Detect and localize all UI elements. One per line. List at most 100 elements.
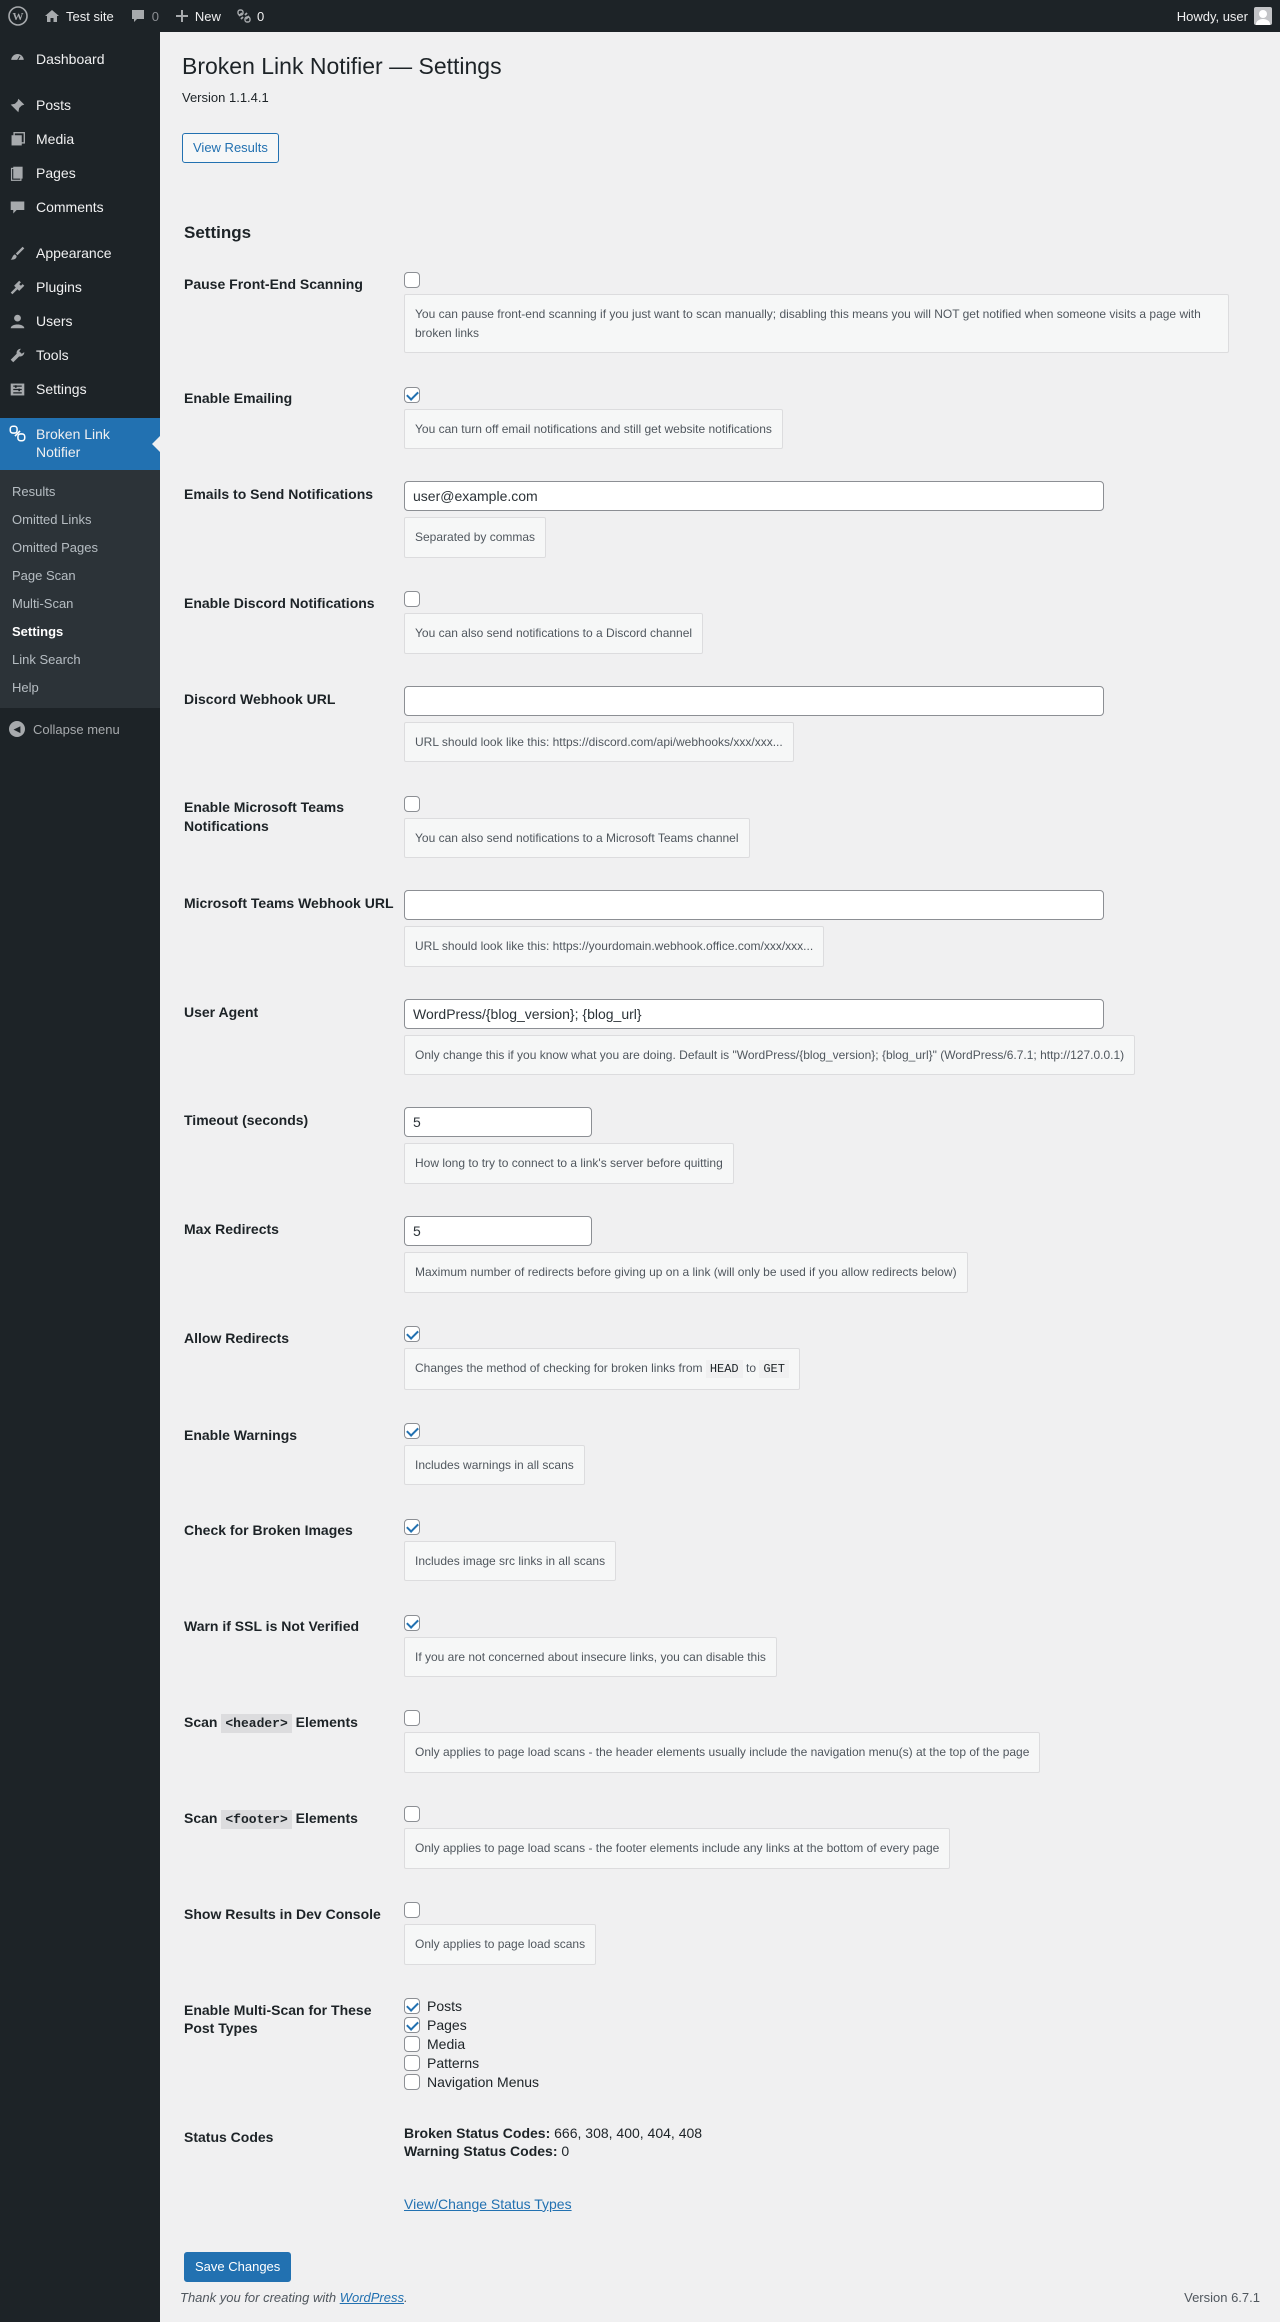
setting-row-timeout: Timeout (seconds) 5 How long to try to c… <box>184 1091 1229 1200</box>
menu-label: Media <box>36 131 75 147</box>
max-redirects-input[interactable]: 5 <box>404 1216 592 1247</box>
submenu-item-page-scan[interactable]: Page Scan <box>0 561 160 589</box>
setting-row-status-codes: Status Codes Broken Status Codes: 666, 3… <box>184 2108 1229 2228</box>
enable-emailing-checkbox[interactable] <box>404 386 420 403</box>
menu-item-dashboard[interactable]: Dashboard <box>0 42 160 76</box>
save-changes-button[interactable]: Save Changes <box>184 2251 292 2282</box>
plugin-version: Version 1.1.4.1 <box>182 89 269 105</box>
broken-link-icon <box>237 9 251 23</box>
dashboard-icon <box>10 52 25 61</box>
timeout-input[interactable]: 5 <box>404 1107 592 1138</box>
setting-row-max-redirects: Max Redirects 5 Maximum number of redire… <box>184 1200 1229 1309</box>
thanks-period: . <box>404 2290 408 2305</box>
field-description: Includes warnings in all scans <box>404 1444 585 1486</box>
comments-count: 0 <box>151 8 159 24</box>
discord-webhook-input[interactable] <box>404 685 1104 716</box>
collapse-menu-button[interactable]: ◀ Collapse menu <box>0 712 160 746</box>
label-text: Elements <box>295 1810 358 1827</box>
field-label: Max Redirects <box>184 1221 279 1238</box>
submenu-item-omitted-pages[interactable]: Omitted Pages <box>0 533 160 561</box>
submenu-item-settings[interactable]: Settings <box>0 617 160 645</box>
teams-webhook-input[interactable] <box>404 890 1104 921</box>
menu-item-settings[interactable]: Settings <box>0 372 160 406</box>
post-type-label: Patterns <box>427 2054 480 2071</box>
broken-links-count: 0 <box>256 8 265 24</box>
allow-redirects-checkbox[interactable] <box>404 1325 420 1342</box>
post-type-option[interactable]: Patterns <box>404 2054 1229 2073</box>
field-label: Emails to Send Notifications <box>184 486 374 503</box>
setting-row-dev-console: Show Results in Dev Console Only applies… <box>184 1885 1229 1981</box>
post-type-option[interactable]: Posts <box>404 1997 1229 2016</box>
user-icon <box>10 314 25 328</box>
menu-item-tools[interactable]: Tools <box>0 338 160 372</box>
menu-item-users[interactable]: Users <box>0 304 160 338</box>
user-agent-input[interactable]: WordPress/{blog_version}; {blog_url} <box>404 998 1104 1029</box>
my-account-link[interactable]: Howdy, user <box>1169 0 1280 32</box>
view-change-status-types-link[interactable]: View/Change Status Types <box>404 2196 572 2212</box>
post-type-checkbox[interactable] <box>404 2036 420 2053</box>
field-label: Enable Warnings <box>184 1426 298 1443</box>
field-description: URL should look like this: https://yourd… <box>404 926 825 967</box>
enable-discord-checkbox[interactable] <box>404 591 420 608</box>
scan-footer-checkbox[interactable] <box>404 1806 420 1823</box>
field-description: Only applies to page load scans <box>404 1924 597 1965</box>
post-type-option[interactable]: Navigation Menus <box>404 2073 1229 2092</box>
settings-form: Pause Front-End Scanning You can pause f… <box>184 255 1229 2228</box>
submenu-item-multi-scan[interactable]: Multi-Scan <box>0 589 160 617</box>
avatar <box>1254 7 1272 25</box>
new-content-link[interactable]: New <box>167 0 229 32</box>
post-type-checkbox[interactable] <box>404 1998 420 2015</box>
menu-item-broken-link-notifier[interactable]: Broken Link Notifier <box>0 418 160 470</box>
menu-label: Appearance <box>36 245 112 261</box>
wordpress-link[interactable]: WordPress <box>340 2290 404 2305</box>
setting-row-discord: Enable Discord Notifications You can als… <box>184 574 1229 670</box>
wrench-icon <box>10 348 25 362</box>
check-images-checkbox[interactable] <box>404 1518 420 1535</box>
scan-header-checkbox[interactable] <box>404 1710 420 1727</box>
field-description: Changes the method of checking for broke… <box>404 1347 800 1390</box>
post-type-label: Pages <box>427 2016 467 2033</box>
site-name-link[interactable]: Test site <box>36 0 122 32</box>
post-type-checkbox[interactable] <box>404 2074 420 2091</box>
dev-console-checkbox[interactable] <box>404 1902 420 1919</box>
post-type-option[interactable]: Media <box>404 2035 1229 2054</box>
view-results-button[interactable]: View Results <box>182 132 279 163</box>
submenu-item-help[interactable]: Help <box>0 673 160 701</box>
field-label: Microsoft Teams Webhook URL <box>184 895 394 912</box>
submenu-item-results[interactable]: Results <box>0 477 160 505</box>
submenu-item-omitted-links[interactable]: Omitted Links <box>0 505 160 533</box>
label-text: Scan <box>184 1810 218 1827</box>
pause-scanning-checkbox[interactable] <box>404 272 420 289</box>
howdy-text: Howdy, user <box>1176 8 1248 24</box>
field-label: Enable Discord Notifications <box>184 594 375 611</box>
warn-ssl-checkbox[interactable] <box>404 1614 420 1631</box>
warning-status-codes: Warning Status Codes: 0 <box>404 2142 1229 2160</box>
menu-item-comments[interactable]: Comments <box>0 190 160 224</box>
comment-icon <box>131 10 144 22</box>
field-label: Timeout (seconds) <box>184 1112 309 1129</box>
menu-item-plugins[interactable]: Plugins <box>0 270 160 304</box>
menu-label: Plugins <box>36 279 82 295</box>
broken-links-count-link[interactable]: 0 <box>229 0 272 32</box>
wordpress-logo-icon[interactable]: W <box>0 0 36 32</box>
comments-link[interactable]: 0 <box>122 0 167 32</box>
menu-item-pages[interactable]: Pages <box>0 156 160 190</box>
post-type-checkbox[interactable] <box>404 2017 420 2034</box>
emails-input[interactable]: user@example.com <box>404 481 1104 512</box>
admin-menu: Dashboard Posts Media Pages Comments App… <box>0 32 160 2322</box>
menu-item-appearance[interactable]: Appearance <box>0 236 160 270</box>
post-type-option[interactable]: Pages <box>404 2016 1229 2035</box>
field-description: Maximum number of redirects before givin… <box>404 1252 968 1293</box>
post-type-checkbox[interactable] <box>404 2055 420 2072</box>
submenu-item-link-search[interactable]: Link Search <box>0 645 160 673</box>
menu-item-posts[interactable]: Posts <box>0 88 160 122</box>
thanks-text: Thank you for creating with <box>180 2290 337 2305</box>
site-name: Test site <box>66 8 114 24</box>
enable-warnings-checkbox[interactable] <box>404 1422 420 1439</box>
enable-teams-checkbox[interactable] <box>404 795 420 812</box>
menu-item-media[interactable]: Media <box>0 122 160 156</box>
field-label: Enable Emailing <box>184 390 293 407</box>
field-description: You can turn off email notifications and… <box>404 408 783 450</box>
menu-label: Pages <box>36 165 76 181</box>
field-description: Includes image src links in all scans <box>404 1540 617 1582</box>
